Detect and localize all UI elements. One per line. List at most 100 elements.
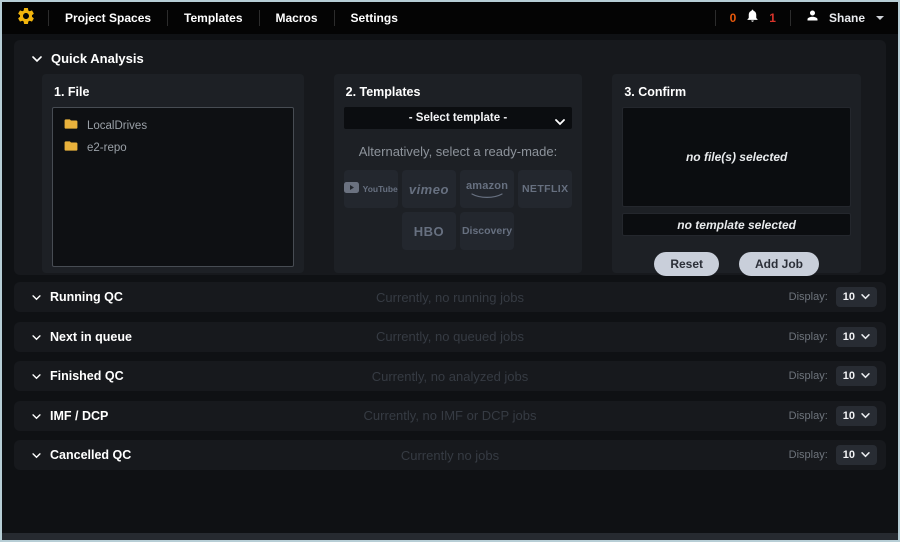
section-header-toggle[interactable]: Running QC: [32, 288, 123, 306]
brand-button-netflix[interactable]: NETFLIX: [518, 170, 572, 208]
brand-label: NETFLIX: [522, 183, 569, 195]
selected-files-box: no file(s) selected: [622, 107, 851, 207]
quick-analysis-title: Quick Analysis: [51, 51, 144, 66]
section-title: Cancelled QC: [50, 448, 131, 462]
section-header-toggle[interactable]: IMF / DCP: [32, 407, 108, 425]
section-cancelled-qc: Currently no jobs Cancelled QC Display: …: [14, 440, 886, 470]
confirm-panel-title: 3. Confirm: [624, 85, 851, 99]
display-count-value: 10: [843, 331, 855, 343]
display-count-select[interactable]: 10: [836, 287, 877, 307]
youtube-play-icon: [344, 180, 359, 198]
person-icon: [805, 8, 820, 28]
brand-label: HBO: [414, 224, 444, 239]
display-label: Display:: [789, 449, 828, 461]
chevron-down-icon: [32, 446, 41, 464]
display-label: Display:: [789, 291, 828, 303]
brand-grid: YouTube vimeo amazon NETFLIX HBO: [344, 170, 573, 250]
display-count-value: 10: [843, 370, 855, 382]
chevron-down-icon: [876, 16, 884, 20]
brand-button-discovery[interactable]: Discovery: [460, 212, 514, 250]
user-menu[interactable]: Shane: [829, 11, 865, 25]
template-select[interactable]: - Select template -: [344, 107, 573, 129]
section-header-toggle[interactable]: Finished QC: [32, 367, 124, 385]
brand-button-hbo[interactable]: HBO: [402, 212, 456, 250]
chevron-down-icon: [32, 407, 41, 425]
amazon-smile-icon: [470, 193, 504, 199]
top-navbar: Project Spaces Templates Macros Settings…: [2, 2, 898, 34]
section-header-toggle[interactable]: Cancelled QC: [32, 446, 131, 464]
no-template-text: no template selected: [677, 218, 796, 232]
section-title: Running QC: [50, 290, 123, 304]
display-count-select[interactable]: 10: [836, 327, 877, 347]
add-job-button[interactable]: Add Job: [739, 252, 819, 276]
notification-count-left: 0: [730, 11, 737, 25]
section-title: IMF / DCP: [50, 409, 108, 423]
section-next-in-queue: Currently, no queued jobs Next in queue …: [14, 322, 886, 352]
main-content: Quick Analysis 1. File LocalDrives: [2, 34, 898, 470]
brand-label: Discovery: [462, 225, 512, 237]
brand-button-amazon[interactable]: amazon: [460, 170, 514, 208]
chevron-down-icon: [32, 288, 41, 306]
section-empty-text: Currently, no running jobs: [14, 290, 886, 305]
no-files-text: no file(s) selected: [686, 150, 787, 164]
folder-item-localdrives[interactable]: LocalDrives: [61, 115, 285, 137]
brand-label: amazon: [466, 180, 508, 192]
section-empty-text: Currently no jobs: [14, 448, 886, 463]
section-empty-text: Currently, no IMF or DCP jobs: [14, 408, 886, 423]
bell-icon[interactable]: [745, 8, 760, 28]
folder-label: LocalDrives: [87, 120, 147, 132]
notification-count-right: 1: [769, 11, 776, 25]
file-panel-title: 1. File: [54, 85, 294, 99]
quick-analysis-header[interactable]: Quick Analysis: [14, 47, 886, 74]
chevron-down-icon: [861, 413, 870, 419]
app-logo[interactable]: [16, 6, 36, 31]
nav-item-project-spaces[interactable]: Project Spaces: [49, 2, 167, 34]
section-finished-qc: Currently, no analyzed jobs Finished QC …: [14, 361, 886, 391]
display-count-value: 10: [843, 449, 855, 461]
chevron-down-icon: [32, 51, 42, 66]
folder-item-e2-repo[interactable]: e2-repo: [61, 137, 285, 159]
templates-panel: 2. Templates - Select template - Alterna…: [334, 74, 583, 273]
selected-template-box: no template selected: [622, 213, 851, 236]
display-count-select[interactable]: 10: [836, 445, 877, 465]
template-select-value: - Select template -: [409, 112, 507, 124]
chevron-down-icon: [32, 328, 41, 346]
chevron-down-icon: [861, 373, 870, 379]
nav-item-settings[interactable]: Settings: [335, 2, 414, 34]
nav-item-macros[interactable]: Macros: [260, 2, 334, 34]
horizontal-scrollbar[interactable]: [2, 533, 898, 540]
chevron-down-icon: [32, 367, 41, 385]
chevron-down-icon: [861, 334, 870, 340]
nav-divider: [790, 10, 791, 26]
brand-button-vimeo[interactable]: vimeo: [402, 170, 456, 208]
chevron-down-icon: [555, 113, 565, 131]
section-imf-dcp: Currently, no IMF or DCP jobs IMF / DCP …: [14, 401, 886, 431]
folder-icon: [64, 139, 78, 157]
file-panel: 1. File LocalDrives e2-repo: [42, 74, 304, 273]
display-count-select[interactable]: 10: [836, 406, 877, 426]
section-header-toggle[interactable]: Next in queue: [32, 328, 132, 346]
display-count-value: 10: [843, 410, 855, 422]
section-empty-text: Currently, no analyzed jobs: [14, 369, 886, 384]
display-label: Display:: [789, 370, 828, 382]
section-title: Finished QC: [50, 369, 124, 383]
display-label: Display:: [789, 331, 828, 343]
quick-analysis-card: Quick Analysis 1. File LocalDrives: [14, 40, 886, 275]
nav-item-templates[interactable]: Templates: [168, 2, 258, 34]
file-tree[interactable]: LocalDrives e2-repo: [52, 107, 294, 267]
folder-label: e2-repo: [87, 142, 127, 154]
chevron-down-icon: [861, 294, 870, 300]
ready-made-label: Alternatively, select a ready-made:: [344, 144, 573, 159]
brand-button-youtube[interactable]: YouTube: [344, 170, 398, 208]
folder-icon: [64, 117, 78, 135]
section-running-qc: Currently, no running jobs Running QC Di…: [14, 282, 886, 312]
display-count-value: 10: [843, 291, 855, 303]
confirm-panel: 3. Confirm no file(s) selected no templa…: [612, 74, 861, 273]
templates-panel-title: 2. Templates: [346, 85, 573, 99]
section-title: Next in queue: [50, 330, 132, 344]
brand-label: vimeo: [409, 182, 449, 197]
display-count-select[interactable]: 10: [836, 366, 877, 386]
chevron-down-icon: [861, 452, 870, 458]
reset-button[interactable]: Reset: [654, 252, 719, 276]
display-label: Display:: [789, 410, 828, 422]
